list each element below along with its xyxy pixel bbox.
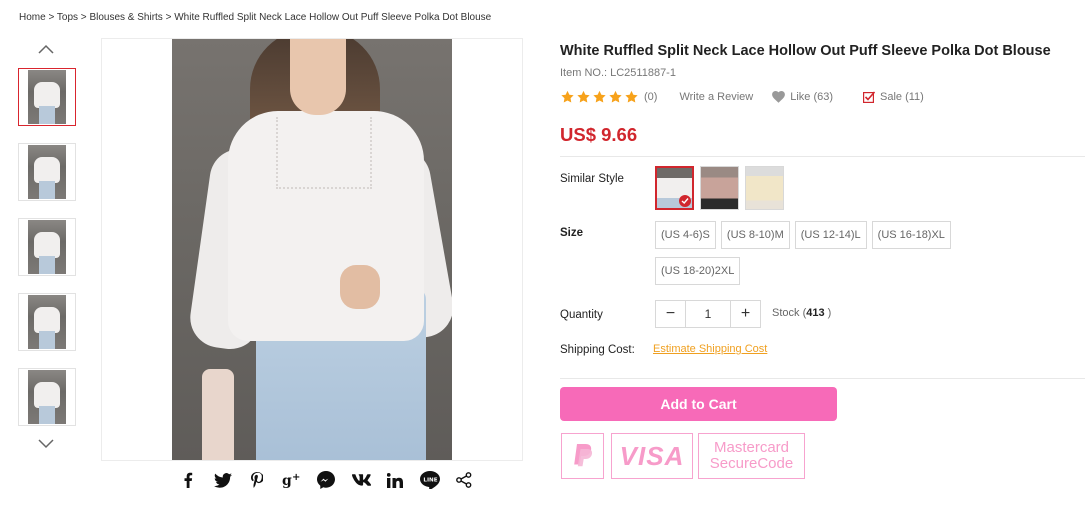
review-count[interactable]: (0) [644, 91, 657, 103]
stock-info: Stock (413 ) [772, 307, 831, 319]
quantity-input[interactable]: 1 [685, 301, 731, 327]
thumbnail-image [28, 70, 66, 124]
star-icon [609, 90, 622, 103]
twitter-icon[interactable] [206, 470, 241, 490]
mastercard-line2: SecureCode [709, 455, 794, 472]
size-option-xl[interactable]: (US 16-18)XL [871, 221, 951, 249]
paypal-logo [561, 433, 604, 479]
breadcrumb-separator: > [78, 12, 90, 23]
write-review-link[interactable]: Write a Review [679, 91, 753, 103]
thumbnails-down-arrow[interactable] [36, 437, 56, 451]
main-product-image-frame [101, 38, 523, 461]
thumbnail-2[interactable] [18, 143, 76, 201]
thumbnail-3[interactable] [18, 218, 76, 276]
chevron-down-icon [38, 439, 54, 449]
thumbnail-4[interactable] [18, 293, 76, 351]
thumbnails-up-arrow[interactable] [36, 42, 56, 56]
checkbox-checked-icon [863, 91, 876, 103]
rating-row: (0) Write a Review Like (63) Sale (11) [560, 90, 924, 104]
check-icon [679, 195, 691, 207]
star-icon [561, 90, 574, 103]
size-option-2xl[interactable]: (US 18-20)2XL [655, 257, 741, 285]
thumbnail-image [28, 145, 66, 199]
blouse-lace-yoke [276, 117, 372, 189]
add-to-cart-button[interactable]: Add to Cart [560, 387, 837, 421]
similar-style-label: Similar Style [560, 173, 624, 185]
product-title: White Ruffled Split Neck Lace Hollow Out… [560, 43, 1051, 59]
chevron-up-icon [38, 44, 54, 54]
quantity-stepper: − 1 + [655, 300, 761, 328]
breadcrumb: Home > Tops > Blouses & Shirts > White R… [19, 12, 491, 23]
share-bar: g + LINE [171, 470, 482, 490]
like-button[interactable]: Like (63) [772, 91, 833, 103]
product-price: US$ 9.66 [560, 124, 638, 145]
thumbnail-5[interactable] [18, 368, 76, 426]
stock-prefix: Stock ( [772, 307, 807, 319]
size-label: Size [560, 227, 584, 239]
quantity-increase-button[interactable]: + [731, 301, 760, 327]
breadcrumb-current: White Ruffled Split Neck Lace Hollow Out… [174, 12, 492, 23]
star-icon [625, 90, 638, 103]
like-label: Like (63) [790, 91, 834, 103]
quantity-decrease-button[interactable]: − [656, 301, 685, 327]
visa-logo: VISA [611, 433, 693, 479]
similar-style-options [655, 166, 784, 210]
rating-stars[interactable] [560, 90, 639, 104]
breadcrumb-blouses-shirts[interactable]: Blouses & Shirts [89, 12, 162, 23]
breadcrumb-separator: > [45, 12, 57, 23]
mastercard-securecode-logo: Mastercard SecureCode [698, 433, 805, 479]
model-bag [202, 369, 234, 460]
facebook-icon[interactable] [171, 470, 206, 490]
vk-icon[interactable] [344, 470, 379, 490]
heart-icon [772, 91, 786, 103]
size-option-l[interactable]: (US 12-14)L [794, 221, 867, 249]
quantity-label: Quantity [560, 309, 603, 321]
sale-label: Sale (11) [880, 91, 924, 103]
model-face [290, 39, 346, 115]
svg-text:+: + [292, 472, 300, 483]
model-hand [340, 265, 380, 309]
linkedin-icon[interactable] [378, 470, 413, 490]
share-icon[interactable] [447, 470, 482, 490]
breadcrumb-home[interactable]: Home [19, 12, 46, 23]
style-option-white[interactable] [655, 166, 694, 210]
star-icon [593, 90, 606, 103]
thumbnail-list [18, 68, 78, 443]
stock-count: 413 [806, 307, 825, 319]
mastercard-line1: Mastercard [713, 439, 790, 456]
line-icon[interactable]: LINE [413, 470, 448, 490]
divider [560, 156, 1085, 157]
thumbnail-image [28, 295, 66, 349]
breadcrumb-separator: > [162, 12, 175, 23]
thumbnail-image [28, 220, 66, 274]
shipping-cost-label: Shipping Cost: [560, 344, 635, 356]
sale-count: Sale (11) [863, 91, 924, 103]
google-plus-icon[interactable]: g + [275, 470, 310, 490]
messenger-icon[interactable] [309, 470, 344, 490]
size-options: (US 4-6)S (US 8-10)M (US 12-14)L (US 16-… [655, 221, 995, 293]
pinterest-icon[interactable] [240, 470, 275, 490]
item-number: Item NO.: LC2511887-1 [560, 67, 676, 79]
star-icon [577, 90, 590, 103]
stock-suffix: ) [827, 307, 832, 319]
main-product-image[interactable] [172, 39, 452, 460]
estimate-shipping-link[interactable]: Estimate Shipping Cost [653, 343, 767, 355]
divider [560, 378, 1085, 379]
style-option-pink[interactable] [700, 166, 739, 210]
size-option-s[interactable]: (US 4-6)S [655, 221, 716, 249]
svg-text:LINE: LINE [423, 478, 437, 484]
thumbnail-image [28, 370, 66, 424]
thumbnail-1[interactable] [18, 68, 76, 126]
paypal-icon [573, 444, 592, 467]
svg-text:g: g [282, 473, 292, 488]
breadcrumb-tops[interactable]: Tops [57, 12, 78, 23]
style-option-yellow[interactable] [745, 166, 784, 210]
size-option-m[interactable]: (US 8-10)M [720, 221, 790, 249]
